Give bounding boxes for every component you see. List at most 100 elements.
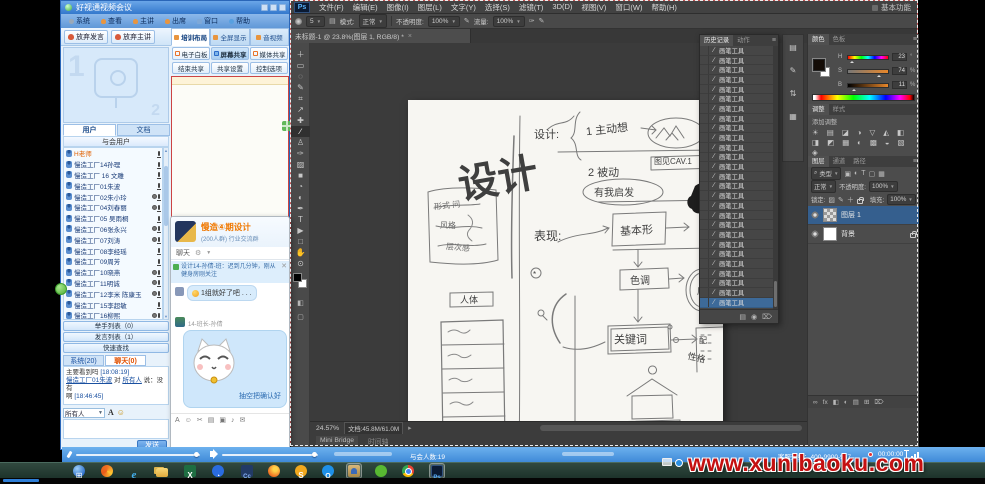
adobe-cc-icon[interactable] [240, 464, 254, 478]
color-spectrum-ramp[interactable] [812, 94, 915, 101]
gear-icon[interactable]: ⚙ [195, 249, 201, 257]
window-buttons[interactable] [261, 4, 286, 11]
path-select-tool-icon[interactable]: ▶ [291, 225, 310, 236]
color-balance-icon[interactable]: ◧ [897, 128, 904, 137]
gradient-map-icon[interactable]: ▧ [897, 138, 904, 147]
attendee-row[interactable]: 慢造工厂08李经瑶 [64, 245, 162, 256]
eyedropper-tool-icon[interactable]: ↗ [291, 104, 310, 115]
conf-menu-item[interactable]: 系统 [69, 16, 90, 26]
curves-icon[interactable]: ◪ [842, 128, 849, 137]
history-brush-tool-icon[interactable]: ✑ [291, 148, 310, 159]
qq-message-input[interactable] [173, 427, 287, 445]
link-layers-icon[interactable]: ∞ [813, 399, 818, 406]
document-tab[interactable]: 未标题-1 @ 23.8%(图层 1, RGB/8) *× [291, 29, 471, 43]
new-snapshot-icon[interactable]: ◉ [751, 313, 757, 321]
history-state-row[interactable]: ∕画笔工具 [700, 288, 775, 298]
type-tool-icon[interactable]: T [291, 214, 310, 225]
screenshot-icon[interactable]: ✂ [197, 416, 203, 424]
new-layer-icon[interactable]: ⊞ [864, 398, 869, 406]
share-action-button[interactable]: 控制选项 [250, 62, 288, 74]
chat-target-select[interactable]: 所有人▼ [63, 408, 105, 418]
lock-position-icon[interactable]: ＋ [847, 195, 854, 205]
levels-icon[interactable]: ▤ [827, 128, 834, 137]
posterize-icon[interactable]: ▩ [870, 138, 877, 147]
history-state-row[interactable]: ∕画笔工具 [700, 94, 775, 104]
mode-select[interactable]: 正常▼ [359, 14, 387, 28]
sogou-browser-icon[interactable] [100, 464, 114, 478]
conf-menu-item[interactable]: 帮助 [229, 16, 250, 26]
brightness-contrast-icon[interactable]: ☀ [812, 128, 819, 137]
attendee-row[interactable]: 慢造工厂10晓燕 [64, 267, 162, 278]
tab-adjustments[interactable]: 调整 [808, 104, 829, 115]
filter-adjustment-icon[interactable]: ◐ [854, 170, 858, 177]
adjustment-layer-icon[interactable]: ◐ [844, 399, 848, 406]
quick-select-tool-icon[interactable]: ✎ [291, 82, 310, 93]
invert-icon[interactable]: ◐ [857, 138, 862, 147]
tab-color[interactable]: 颜色 [808, 34, 829, 45]
healing-brush-tool-icon[interactable]: ✚ [291, 115, 310, 126]
filter-smart-icon[interactable]: ▦ [878, 170, 885, 178]
font-button[interactable]: A [108, 408, 114, 417]
filter-kind-select[interactable]: ⌕类型▼ [811, 167, 841, 180]
chat-target-link[interactable]: 所有人 [122, 377, 142, 384]
document-canvas[interactable]: 设计 设计: 1 主动想 2 被动 有我启发 图见CAV.1 表现: 基本形 色… [408, 100, 723, 463]
history-source-cell[interactable] [700, 133, 709, 142]
photoshop-icon[interactable] [430, 464, 444, 478]
tab-chat[interactable]: 聊天 [176, 248, 190, 258]
attendee-row[interactable]: 慢造工厂14孙理 [64, 159, 162, 170]
history-source-cell[interactable] [700, 220, 709, 229]
history-source-cell[interactable] [700, 56, 709, 65]
history-source-cell[interactable] [700, 230, 709, 239]
ps-menu-item[interactable]: 窗口(W) [615, 2, 642, 13]
chat-log[interactable]: 主要看到吗 [18:08:19] 慢造工厂01朱波 对 所有人 说：没有 啊 [… [63, 366, 169, 405]
mini-bridge-tab[interactable]: Mini Bridge [316, 436, 358, 445]
layout-tab[interactable]: 培训布局 [171, 28, 210, 46]
swap-panel-icon[interactable]: ⇅ [790, 89, 797, 98]
image-icon[interactable]: ▤ [208, 416, 215, 424]
filter-pixel-icon[interactable]: ▣ [844, 170, 851, 178]
history-source-cell[interactable] [700, 191, 709, 200]
tab-users[interactable]: 用户 [63, 124, 116, 136]
layout-tab[interactable]: 全屏显示 [210, 28, 249, 46]
history-state-row[interactable]: ∕画笔工具 [700, 153, 775, 163]
mic-volume-slider[interactable] [76, 454, 200, 456]
share-tool-tab[interactable]: 电子白板 [172, 47, 210, 60]
history-scrollbar[interactable] [773, 46, 778, 309]
history-state-row[interactable]: ∕画笔工具 [700, 240, 775, 250]
attendee-row[interactable]: 慢造工厂09周芳 [64, 256, 162, 267]
history-source-cell[interactable] [700, 123, 709, 132]
fill-field[interactable]: 100%▼ [887, 194, 916, 205]
music-icon[interactable]: ♪ [231, 417, 235, 424]
history-state-row[interactable]: ∕画笔工具 [700, 162, 775, 172]
conf-menu-item[interactable]: 窗口 [197, 16, 218, 26]
attendee-row[interactable]: 慢造工厂15李超敏 [64, 299, 162, 310]
ps-menu-item[interactable]: 视图(V) [581, 2, 606, 13]
photoshop-logo-icon[interactable]: Ps [294, 2, 310, 13]
history-state-row[interactable]: ∕画笔工具 [700, 201, 775, 211]
gradient-tool-icon[interactable]: ■ [291, 170, 310, 181]
layer-style-icon[interactable]: fx [823, 399, 828, 406]
raise-hand-list-button[interactable]: 举手列表（0） [63, 321, 169, 331]
ps-menu-item[interactable]: 图像(I) [387, 2, 409, 13]
history-state-row[interactable]: ∕画笔工具 [700, 133, 775, 143]
history-source-cell[interactable] [700, 211, 709, 220]
timeline-tab[interactable]: 时间轴 [368, 436, 388, 446]
internet-explorer-icon[interactable] [127, 464, 141, 478]
history-state-row[interactable]: ∕画笔工具 [700, 259, 775, 269]
ps-menu-item[interactable]: 3D(D) [552, 2, 572, 13]
hand-tool-icon[interactable]: ✋ [291, 247, 310, 258]
history-state-row[interactable]: ∕画笔工具 [700, 249, 775, 259]
zoom-tool-icon[interactable]: ⊙ [291, 258, 310, 269]
brightness-slider[interactable] [847, 83, 889, 88]
foreground-background-swatches[interactable] [293, 273, 308, 291]
history-state-row[interactable]: ∕画笔工具 [700, 46, 775, 56]
speaker-volume-slider[interactable] [222, 454, 318, 456]
filter-type-icon[interactable]: T [861, 170, 865, 177]
history-state-row[interactable]: ∕画笔工具 [700, 85, 775, 95]
attendee-row[interactable]: 慢造工厂12李米 陈康玉 [64, 288, 162, 299]
status-arrow-icon[interactable]: ▸ [408, 424, 411, 432]
info-panel-icon[interactable]: ▤ [789, 43, 797, 52]
giveup-speak-button[interactable]: 放弃发言 [64, 30, 108, 44]
tab-styles[interactable]: 样式 [829, 104, 850, 115]
channel-mixer-icon[interactable]: ▦ [842, 138, 849, 147]
